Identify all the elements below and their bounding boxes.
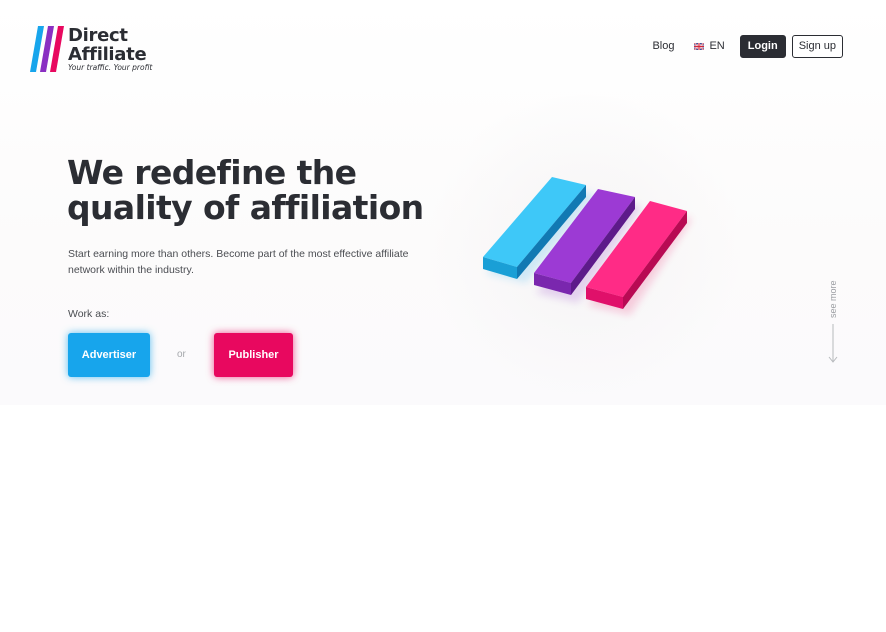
signup-button[interactable]: Sign up xyxy=(791,34,843,58)
arrow-down-icon xyxy=(828,324,838,363)
advertiser-button[interactable]: Advertiser xyxy=(68,333,150,377)
logo-stripes-icon xyxy=(30,26,64,72)
logo-tagline: Your traffic. Your profit xyxy=(68,63,153,72)
nav-blog-link[interactable]: Blog xyxy=(652,40,674,52)
top-nav: Blog EN Login Sign up xyxy=(652,34,843,58)
hero-subtitle: Start earning more than others. Become p… xyxy=(68,248,409,276)
publisher-button[interactable]: Publisher xyxy=(214,333,293,377)
logo-name-line1: Direct xyxy=(68,25,128,46)
hero-title: We redefine the quality of affiliation xyxy=(67,153,424,227)
see-more-scroll[interactable]: see more xyxy=(824,278,842,368)
brand-bars-illustration xyxy=(483,177,692,315)
or-separator: or xyxy=(177,349,186,360)
see-more-label: see more xyxy=(828,280,838,318)
logo-name-line2: Affiliate xyxy=(68,44,147,65)
login-button[interactable]: Login xyxy=(739,34,786,58)
work-as-label: Work as: xyxy=(68,308,110,320)
logo[interactable]: Direct Affiliate Your traffic. Your prof… xyxy=(30,24,160,74)
language-label: EN xyxy=(709,40,725,52)
logo-name: Direct Affiliate xyxy=(68,25,147,65)
uk-flag-icon xyxy=(694,42,705,50)
language-selector[interactable]: EN xyxy=(694,40,725,52)
